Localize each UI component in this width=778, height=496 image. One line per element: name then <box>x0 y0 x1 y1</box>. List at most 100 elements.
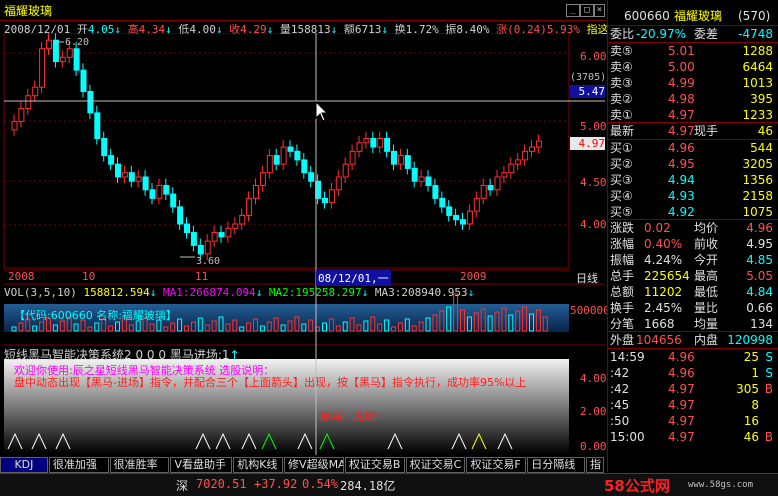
tab-qzjyb[interactable]: 权证交易B <box>344 457 405 473</box>
stat-value: 4.96 <box>746 221 773 235</box>
stat-value: 0.66 <box>746 301 773 315</box>
tick-row: :42 4.96 1 S <box>608 365 778 381</box>
tab-hzjq[interactable]: 很准加强 <box>48 457 109 473</box>
buy-price: 4.92 <box>668 205 695 219</box>
period-label[interactable]: 日线 <box>576 270 598 286</box>
buy-level-label: 买③ <box>610 173 633 187</box>
tick-volume: 46 <box>743 430 759 444</box>
tab-jgkx[interactable]: 机构K线 <box>233 457 284 473</box>
indicator-legend: 短线黑马智能决策系统2 0 0 0 黑马进场:1↑ <box>4 348 240 362</box>
tick-time: :50 <box>610 414 630 428</box>
tab-qzjyf[interactable]: 权证交易F <box>466 457 527 473</box>
stat-label: 涨跌 <box>610 221 635 235</box>
tab-macd[interactable]: 修V超级MACD <box>284 457 344 473</box>
candle-body <box>101 138 108 157</box>
index-value: 7020.51 <box>196 477 247 491</box>
tick-row: :50 4.97 16 <box>608 413 778 429</box>
tick-price: 4.97 <box>668 398 695 412</box>
candle-body <box>294 150 301 161</box>
weibi-value: -20.97% <box>636 27 687 41</box>
sell-row: 卖③ 4.99 1013 <box>608 75 778 91</box>
sell-row: 卖② 4.98 395 <box>608 91 778 107</box>
mouse-cursor-icon <box>315 100 329 122</box>
candle-body <box>232 223 239 229</box>
tab-kdj[interactable]: KDJ <box>0 457 48 473</box>
stat-row: 换手 2.45% 量比 0.66 <box>608 300 778 316</box>
candle-body <box>446 206 453 216</box>
stat-value: 0.02 <box>644 221 671 235</box>
buy-level-label: 买② <box>610 157 633 171</box>
candle-body <box>377 138 384 148</box>
tick-price: 4.96 <box>668 350 695 364</box>
indicator-name: 短线黑马智能决策系统2 <box>4 348 132 362</box>
stock-num: (570) <box>738 9 771 23</box>
candle-body <box>335 176 342 191</box>
buy-level-label: 买① <box>610 141 633 155</box>
stat-label: 总额 <box>610 285 635 299</box>
buy-row: 买② 4.95 3205 <box>608 156 778 172</box>
restore-button[interactable]: □ <box>580 4 594 17</box>
candle-body <box>273 155 280 165</box>
vol-legend-value: 158812.594 <box>83 286 150 299</box>
weibi-row: 委比 -20.97% 委差 -4748 <box>608 26 778 42</box>
close-button[interactable]: × <box>594 4 605 17</box>
stat-label: 前收 <box>694 237 719 251</box>
stat-value: 0.40% <box>644 237 683 251</box>
ind-y-tick: 4.00 <box>580 372 607 385</box>
indicator-msg-signal: 黑马：进场! <box>320 410 380 423</box>
tab-more[interactable]: 指 <box>586 457 604 473</box>
tab-qzjyc[interactable]: 权证交易C <box>405 457 466 473</box>
candle-body <box>494 176 501 191</box>
latest-label: 最新 <box>610 124 635 138</box>
candle-body <box>163 185 170 195</box>
sell-price: 5.00 <box>668 60 695 74</box>
buy-price: 4.95 <box>668 157 695 171</box>
indicator-msg-rule: 盘中动态出现【黑马-进场】指令，并配合三个【上面箭头】出现，按【黑马】指令执行，… <box>14 376 527 389</box>
minimize-button[interactable]: _ <box>566 4 580 17</box>
candle-body <box>391 150 397 165</box>
tab-kpzs[interactable]: V看盘助手 <box>170 457 233 473</box>
indicator-tabs: KDJ 很准加强 很准胜率 V看盘助手 机构K线 修V超级MACD 权证交易B … <box>0 457 605 473</box>
tick-price: 4.97 <box>668 414 695 428</box>
candle-body <box>328 189 335 204</box>
buy-row: 买③ 4.94 1356 <box>608 172 778 188</box>
buy-price: 4.93 <box>668 189 695 203</box>
stat-row: 涨幅 0.40% 前收 4.95 <box>608 236 778 252</box>
candle-body <box>425 176 432 187</box>
tick-volume: 16 <box>743 414 759 428</box>
candle-body <box>204 240 211 255</box>
candle-body <box>508 163 515 174</box>
candle-body <box>363 138 370 144</box>
cursor-index-label: (3705) <box>570 72 607 83</box>
buy-volume: 3205 <box>742 157 773 171</box>
candle-body <box>439 197 446 208</box>
tick-volume: 1 <box>751 366 759 380</box>
neipan-value: 120998 <box>727 333 773 347</box>
market-label: 深 <box>176 479 189 493</box>
tick-direction: B <box>764 382 773 396</box>
buy-row: 买① 4.96 544 <box>608 140 778 156</box>
stat-label: 均量 <box>694 317 719 331</box>
tick-row: 15:00 4.97 46 B <box>608 429 778 445</box>
buy-level-label: 买⑤ <box>610 205 633 219</box>
stat-label: 最高 <box>694 269 719 283</box>
stat-row: 振幅 4.24% 今开 4.85 <box>608 252 778 268</box>
tick-direction: S <box>765 350 773 364</box>
tab-rfgx[interactable]: 日分隔线 <box>527 457 586 473</box>
weibi-label: 委比 <box>610 27 635 41</box>
sell-level-label: 卖⑤ <box>610 44 633 58</box>
tick-volume: 25 <box>743 350 759 364</box>
x-cursor-date: 08/12/01,一 <box>316 270 391 286</box>
candle-body <box>480 185 487 199</box>
buy-price: 4.94 <box>668 173 695 187</box>
candle-body <box>73 48 80 71</box>
candle-body <box>535 140 542 148</box>
candle-body <box>142 176 149 191</box>
tab-hzsl[interactable]: 很准胜率 <box>109 457 170 473</box>
x-label: 11 <box>195 270 209 283</box>
candle-body <box>225 227 232 238</box>
kline-chart[interactable]: 6.20 3.60 <box>0 33 605 455</box>
buy-price: 4.96 <box>668 141 695 155</box>
candle-body <box>418 176 425 182</box>
tick-volume: 305 <box>736 382 759 396</box>
